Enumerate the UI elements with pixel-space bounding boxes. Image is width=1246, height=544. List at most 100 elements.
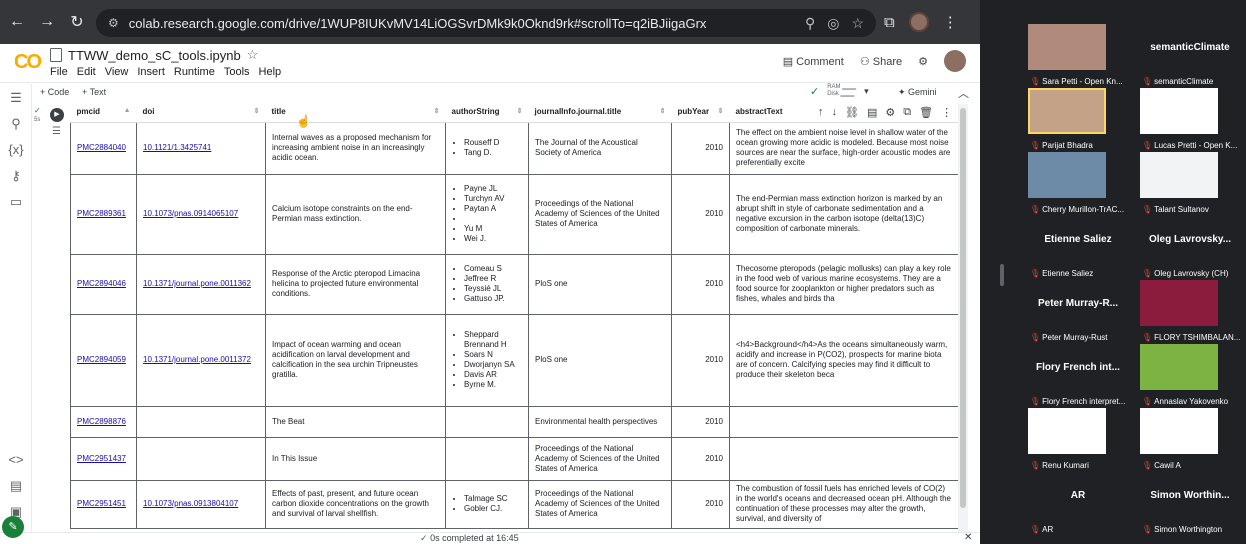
cell-doi-link[interactable] <box>136 436 266 481</box>
cell-doi-link[interactable]: 10.1073/pnas.0913804107 <box>136 479 266 529</box>
participant-tile[interactable]: 🎙 Lucas Pretti - Open K... <box>1134 88 1246 152</box>
participant-tile[interactable]: Etienne Saliez 🎙 Etienne Saliez <box>1022 216 1134 280</box>
zoom-icon[interactable]: ⚲ <box>805 15 815 32</box>
output-menu-icon[interactable]: ☰ <box>52 126 61 137</box>
participant-tile[interactable]: Simon Worthin... 🎙 Simon Worthington <box>1134 472 1246 536</box>
author-item: Sheppard Brennand H <box>464 330 522 350</box>
participant-tile[interactable]: 🎙 Cherry Murillon-TrAC... <box>1022 152 1134 216</box>
account-avatar[interactable] <box>944 50 966 72</box>
menu-insert[interactable]: Insert <box>137 66 165 78</box>
comment-icon[interactable]: ▤ <box>867 106 877 119</box>
mirror-cell-icon[interactable]: ⧉ <box>903 106 911 119</box>
run-cell-button[interactable]: ▶ <box>50 108 64 122</box>
reload-icon[interactable]: ↻ <box>64 9 90 35</box>
sort-icon[interactable]: ⇕ <box>517 107 523 115</box>
col-header-doi[interactable]: doi ⇕ <box>136 102 266 123</box>
search-icon[interactable]: ⚲ <box>8 116 24 132</box>
toc-icon[interactable]: ☰ <box>8 90 24 106</box>
files-folder-icon[interactable]: ▭ <box>8 194 24 210</box>
participant-tile[interactable]: 🎙 Talant Sultanov <box>1134 152 1246 216</box>
cell-pmcid-link[interactable]: PMC2898876 <box>70 405 137 438</box>
participant-tile[interactable]: 🎙 Renu Kumari <box>1022 408 1134 472</box>
resources-indicator[interactable]: ✓ RAM ▁▁▁ Disk ▁▁▁ ▾ <box>810 84 869 98</box>
participant-tile[interactable]: 🎙 Parijat Bhadra <box>1022 88 1134 152</box>
sort-asc-icon[interactable]: ▲ <box>124 107 131 114</box>
participant-tile[interactable]: 🎙 Sara Petti - Open Kn... <box>1022 24 1134 88</box>
participant-tile[interactable]: 🎙 FLORY TSHIMBALAN... <box>1134 280 1246 344</box>
sort-icon[interactable]: ⇕ <box>254 107 260 115</box>
star-icon[interactable]: ☆ <box>247 47 259 63</box>
col-header-journal[interactable]: journalInfo.journal.title ⇕ <box>528 102 672 123</box>
cell-settings-icon[interactable]: ⚙ <box>885 106 895 119</box>
cell-journal: Environmental health perspectives <box>528 405 672 438</box>
cell-journal: The Journal of the Acoustical Society of… <box>528 121 672 175</box>
sort-icon[interactable]: ⇕ <box>660 107 666 115</box>
add-code-button[interactable]: + Code <box>40 87 69 97</box>
col-header-title[interactable]: title ⇕ <box>265 102 446 123</box>
cell-pmcid-link[interactable]: PMC2884040 <box>70 121 137 175</box>
col-header-authorstring[interactable]: authorString ⇕ <box>445 102 529 123</box>
extensions-icon[interactable]: ⧉ <box>884 14 895 31</box>
scrollbar-thumb[interactable] <box>960 108 966 508</box>
cell-pmcid-link[interactable]: PMC2889361 <box>70 173 137 255</box>
add-text-button[interactable]: + Text <box>82 87 106 97</box>
comment-button[interactable]: ▤ Comment <box>783 55 844 68</box>
edit-pen-icon[interactable]: ✎ <box>2 516 24 538</box>
secrets-key-icon[interactable]: ⚷ <box>8 168 24 184</box>
sort-icon[interactable]: ⇕ <box>434 107 440 115</box>
participant-tile[interactable]: semanticClimate 🎙 semanticClimate <box>1134 24 1246 88</box>
link-icon[interactable]: ⛓ <box>845 106 859 119</box>
notebook-title[interactable]: TTWW_demo_sC_tools.ipynb <box>68 48 241 63</box>
move-down-icon[interactable]: ↓ <box>832 106 838 119</box>
profile-avatar[interactable] <box>908 12 929 32</box>
menu-edit[interactable]: Edit <box>77 66 96 78</box>
variables-icon[interactable]: {x} <box>8 142 24 158</box>
gemini-button[interactable]: ✦ Gemini <box>898 87 937 98</box>
participant-tile[interactable]: Oleg Lavrovsky... 🎙 Oleg Lavrovsky (CH) <box>1134 216 1246 280</box>
dropdown-icon[interactable]: ▾ <box>864 86 869 97</box>
menu-runtime[interactable]: Runtime <box>174 66 215 78</box>
collapse-chevron-icon[interactable]: ︿ <box>958 85 969 101</box>
more-options-icon[interactable]: ⋮ <box>941 106 952 119</box>
cell-doi-link[interactable]: 10.1371/journal.pone.0011362 <box>136 253 266 315</box>
code-snippets-icon[interactable]: <> <box>8 452 24 468</box>
settings-gear-icon[interactable]: ⚙ <box>918 55 928 68</box>
col-header-pubyear[interactable]: pubYear ⇕ <box>671 102 730 123</box>
cell-pmcid-link[interactable]: PMC2894059 <box>70 313 137 407</box>
cell-pmcid-link[interactable]: PMC2894046 <box>70 253 137 315</box>
cell-doi-link[interactable] <box>136 405 266 438</box>
cell-doi-link[interactable]: 10.1371/journal.pone.0011372 <box>136 313 266 407</box>
command-palette-icon[interactable]: ▤ <box>8 478 24 494</box>
participant-name-label: 🎙 AR <box>1030 525 1053 534</box>
participant-tile[interactable]: Flory French int... 🎙 Flory French interpr… <box>1022 344 1134 408</box>
participant-tile[interactable]: 🎙 Cawil A <box>1134 408 1246 472</box>
browser-menu-icon[interactable]: ⋮ <box>943 13 958 31</box>
close-status-icon[interactable]: ✕ <box>964 532 972 543</box>
forward-icon[interactable]: → <box>34 9 60 35</box>
site-info-icon[interactable]: ⚙ <box>108 16 119 30</box>
menu-help[interactable]: Help <box>259 66 282 78</box>
panel-resize-handle[interactable] <box>1000 264 1004 286</box>
delete-icon[interactable]: 🗑 <box>919 106 933 119</box>
cell-doi-link[interactable]: 10.1121/1.3425741 <box>136 121 266 175</box>
cell-doi-link[interactable]: 10.1073/pnas.0914065107 <box>136 173 266 255</box>
author-item: Gattuso JP. <box>464 294 522 304</box>
eye-off-icon[interactable]: ◎ <box>827 15 839 32</box>
cell-pmcid-link[interactable]: PMC2951437 <box>70 436 137 481</box>
move-up-icon[interactable]: ↑ <box>818 106 824 119</box>
participant-tile[interactable]: AR 🎙 AR <box>1022 472 1134 536</box>
participant-tile[interactable]: 🎙 Annaslav Yakovenko <box>1134 344 1246 408</box>
sort-icon[interactable]: ⇕ <box>718 107 724 115</box>
menu-file[interactable]: File <box>50 66 68 78</box>
back-icon[interactable]: ← <box>4 9 30 35</box>
bookmark-star-icon[interactable]: ☆ <box>851 15 864 32</box>
vertical-scrollbar[interactable] <box>958 104 968 532</box>
menu-tools[interactable]: Tools <box>224 66 250 78</box>
share-button[interactable]: ⚇ Share <box>860 55 902 68</box>
colab-logo[interactable]: CO <box>14 51 42 74</box>
url-input[interactable]: ⚙ colab.research.google.com/drive/1WUP8I… <box>96 9 876 37</box>
participant-tile[interactable]: Peter Murray-R... 🎙 Peter Murray-Rust <box>1022 280 1134 344</box>
cell-pmcid-link[interactable]: PMC2951451 <box>70 479 137 529</box>
col-header-pmcid[interactable]: pmcid ▲ <box>70 102 137 123</box>
menu-view[interactable]: View <box>105 66 129 78</box>
